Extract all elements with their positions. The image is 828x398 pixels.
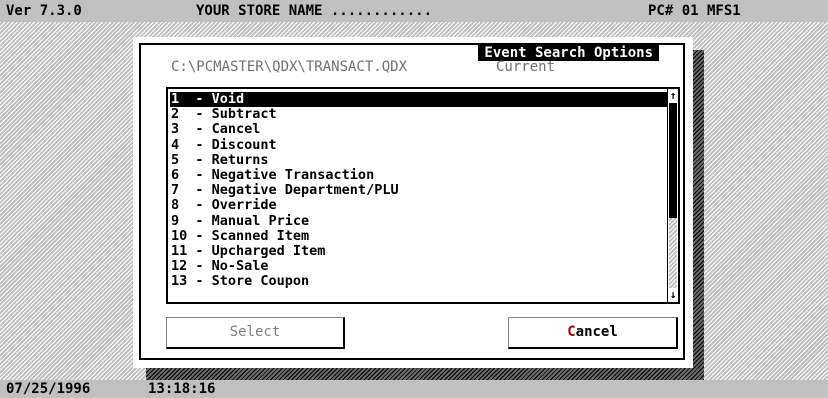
store-name-label: YOUR STORE NAME ............ xyxy=(196,3,433,19)
title-bar: Ver 7.3.0 YOUR STORE NAME ............ P… xyxy=(0,0,828,22)
scroll-track[interactable] xyxy=(669,218,677,288)
event-list: 1 - Void 2 - Subtract 3 - Cancel 4 - Discou… xyxy=(170,91,670,289)
event-listbox[interactable]: 1 - Void 2 - Subtract 3 - Cancel 4 - Discou… xyxy=(166,87,680,304)
list-item[interactable]: 2 - Subtract xyxy=(170,106,670,122)
date-label: 07/25/1996 xyxy=(6,381,91,397)
file-path-label: C:\PCMASTER\QDX\TRANSACT.QDX xyxy=(171,59,408,75)
list-item[interactable]: 5 - Returns xyxy=(170,152,670,168)
version-label: Ver 7.3.0 xyxy=(6,3,82,19)
cancel-button[interactable]: Cancel xyxy=(508,317,678,349)
list-item[interactable]: 9 - Manual Price xyxy=(170,213,670,229)
list-item[interactable]: 7 - Negative Department/PLU xyxy=(170,182,670,198)
dialog-shadow xyxy=(146,368,704,380)
dialog-shadow xyxy=(693,50,704,368)
list-item[interactable]: 4 - Discount xyxy=(170,137,670,153)
cancel-hotkey: C xyxy=(567,324,576,340)
list-item[interactable]: 1 - Void xyxy=(170,91,670,108)
status-bar: 07/25/1996 13:18:16 xyxy=(0,380,828,398)
list-item[interactable]: 10 - Scanned Item xyxy=(170,228,670,244)
dialog-frame: Event Search Options C:\PCMASTER\QDX\TRA… xyxy=(139,43,685,360)
list-item[interactable]: 3 - Cancel xyxy=(170,122,670,137)
list-item[interactable]: 8 - Override xyxy=(170,198,670,213)
terminal-label: PC# 01 MFS1 xyxy=(648,3,741,19)
file-status-label: Current xyxy=(496,59,556,75)
time-label: 13:18:16 xyxy=(148,381,216,397)
list-item[interactable]: 11 - Upcharged Item xyxy=(170,243,670,259)
scrollbar[interactable]: ↑ ↓ xyxy=(667,89,678,302)
cancel-label: ancel xyxy=(575,324,618,340)
select-button[interactable]: Select xyxy=(166,317,345,349)
list-item[interactable]: 13 - Store Coupon xyxy=(170,274,670,289)
list-item[interactable]: 12 - No-Sale xyxy=(170,258,670,274)
scroll-thumb[interactable] xyxy=(669,103,677,218)
event-search-options-dialog: Event Search Options C:\PCMASTER\QDX\TRA… xyxy=(133,37,693,368)
scroll-down-arrow-icon[interactable]: ↓ xyxy=(668,288,678,302)
scroll-up-arrow-icon[interactable]: ↑ xyxy=(668,89,678,103)
list-item[interactable]: 6 - Negative Transaction xyxy=(170,167,670,183)
